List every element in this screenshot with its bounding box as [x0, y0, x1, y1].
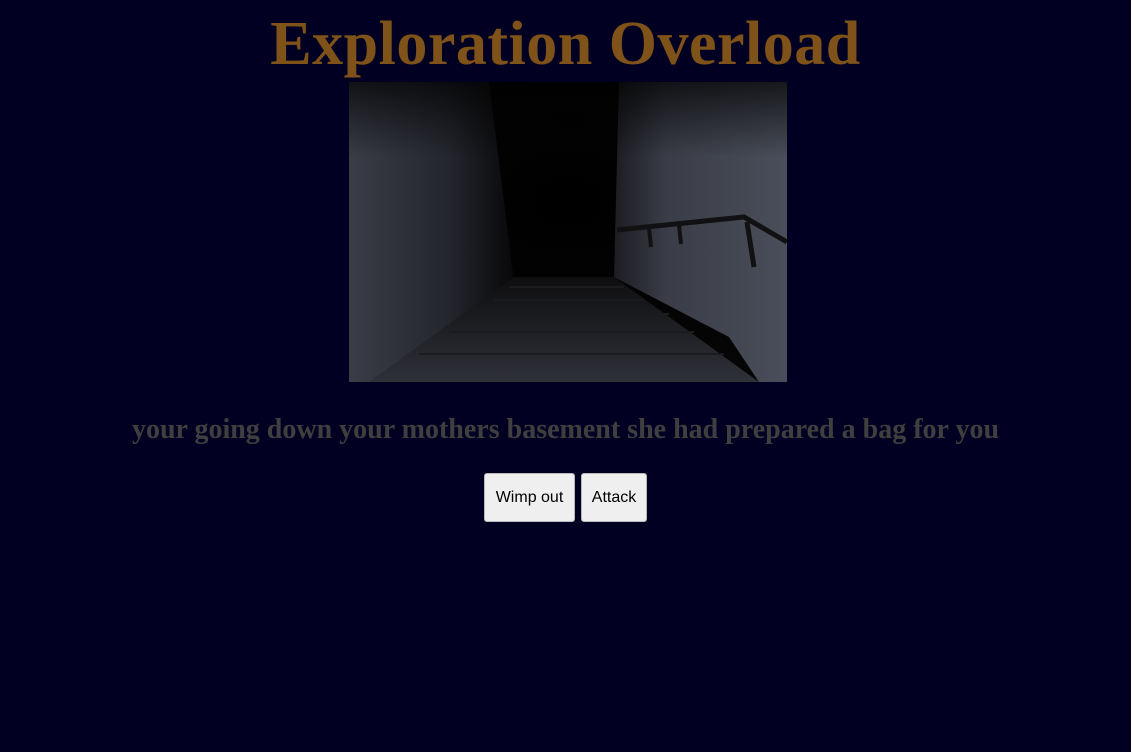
scene-image — [349, 82, 787, 382]
game-title: Exploration Overload — [270, 10, 861, 78]
story-text: your going down your mothers basement sh… — [131, 414, 1000, 445]
game-page: Exploration Overload your going down you… — [0, 0, 1131, 752]
attack-button[interactable]: Attack — [581, 473, 647, 522]
wimp-out-button[interactable]: Wimp out — [484, 473, 575, 522]
choice-buttons: Wimp out Attack — [0, 473, 1131, 522]
